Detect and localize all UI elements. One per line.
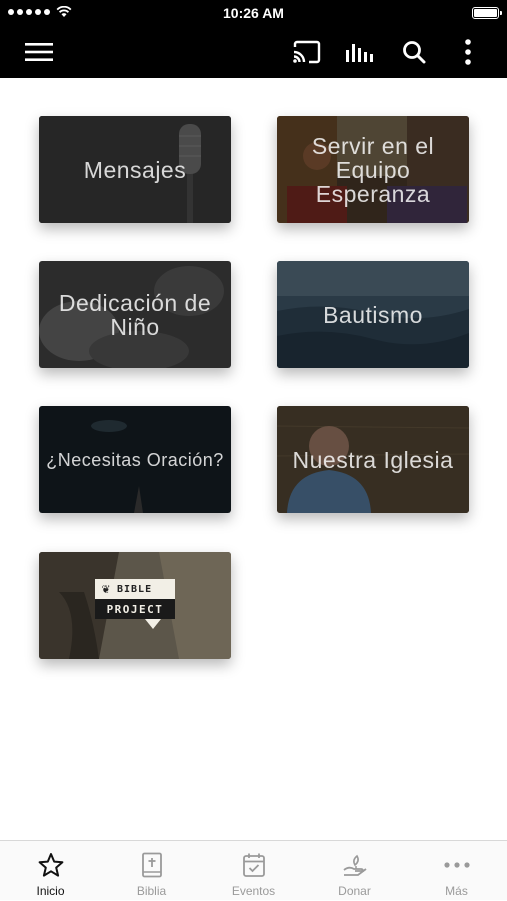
- star-icon: [37, 851, 65, 879]
- tile-iglesia[interactable]: Nuestra Iglesia: [277, 406, 469, 513]
- tile-oracion[interactable]: ¿Necesitas Oración?: [39, 406, 231, 513]
- tile-servir[interactable]: Servir en el Equipo Esperanza: [277, 116, 469, 223]
- tab-label: Eventos: [231, 884, 276, 898]
- tile-label: ¿Necesitas Oración?: [46, 449, 224, 470]
- tile-bautismo[interactable]: Bautismo: [277, 261, 469, 368]
- more-horizontal-icon: [443, 851, 471, 879]
- more-vertical-icon[interactable]: [452, 36, 484, 68]
- app-toolbar: [0, 26, 507, 78]
- tab-donar[interactable]: Donar: [304, 841, 405, 901]
- bible-logo-icon: ❦: [101, 583, 111, 596]
- logo-top-text: BIBLE: [117, 583, 153, 595]
- bottom-tab-bar: Inicio Biblia Eventos Donar Más: [0, 840, 507, 900]
- calendar-check-icon: [240, 851, 268, 879]
- status-bar: 10:26 AM: [0, 0, 507, 26]
- menu-icon[interactable]: [23, 36, 55, 68]
- tab-mas[interactable]: Más: [406, 841, 507, 901]
- audio-bars-icon[interactable]: [344, 36, 376, 68]
- search-icon[interactable]: [398, 36, 430, 68]
- tab-inicio[interactable]: Inicio: [0, 841, 101, 901]
- tile-label: Servir en el Equipo Esperanza: [311, 132, 435, 207]
- bible-icon: [138, 851, 166, 879]
- tile-label: Dedicación de Niño: [58, 289, 212, 340]
- tile-label: Bautismo: [323, 301, 423, 328]
- donate-icon: [341, 851, 369, 879]
- tab-label: Más: [445, 884, 468, 898]
- tile-label: Nuestra Iglesia: [292, 446, 454, 473]
- tile-label: Mensajes: [83, 156, 187, 183]
- cast-icon[interactable]: [291, 36, 323, 68]
- logo-bottom-text: PROJECT: [106, 602, 164, 616]
- tile-bible-project[interactable]: ❦ BIBLE PROJECT: [39, 552, 231, 659]
- tab-eventos[interactable]: Eventos: [203, 841, 304, 901]
- bible-project-logo: ❦ BIBLE PROJECT: [95, 579, 175, 631]
- tab-biblia[interactable]: Biblia: [101, 841, 202, 901]
- tab-label: Biblia: [136, 884, 167, 898]
- tab-label: Donar: [338, 884, 371, 898]
- battery-icon: [472, 7, 502, 19]
- tile-dedicacion[interactable]: Dedicación de Niño: [39, 261, 231, 368]
- status-time: 10:26 AM: [223, 5, 284, 21]
- tab-label: Inicio: [36, 884, 65, 898]
- tile-mensajes[interactable]: Mensajes: [39, 116, 231, 223]
